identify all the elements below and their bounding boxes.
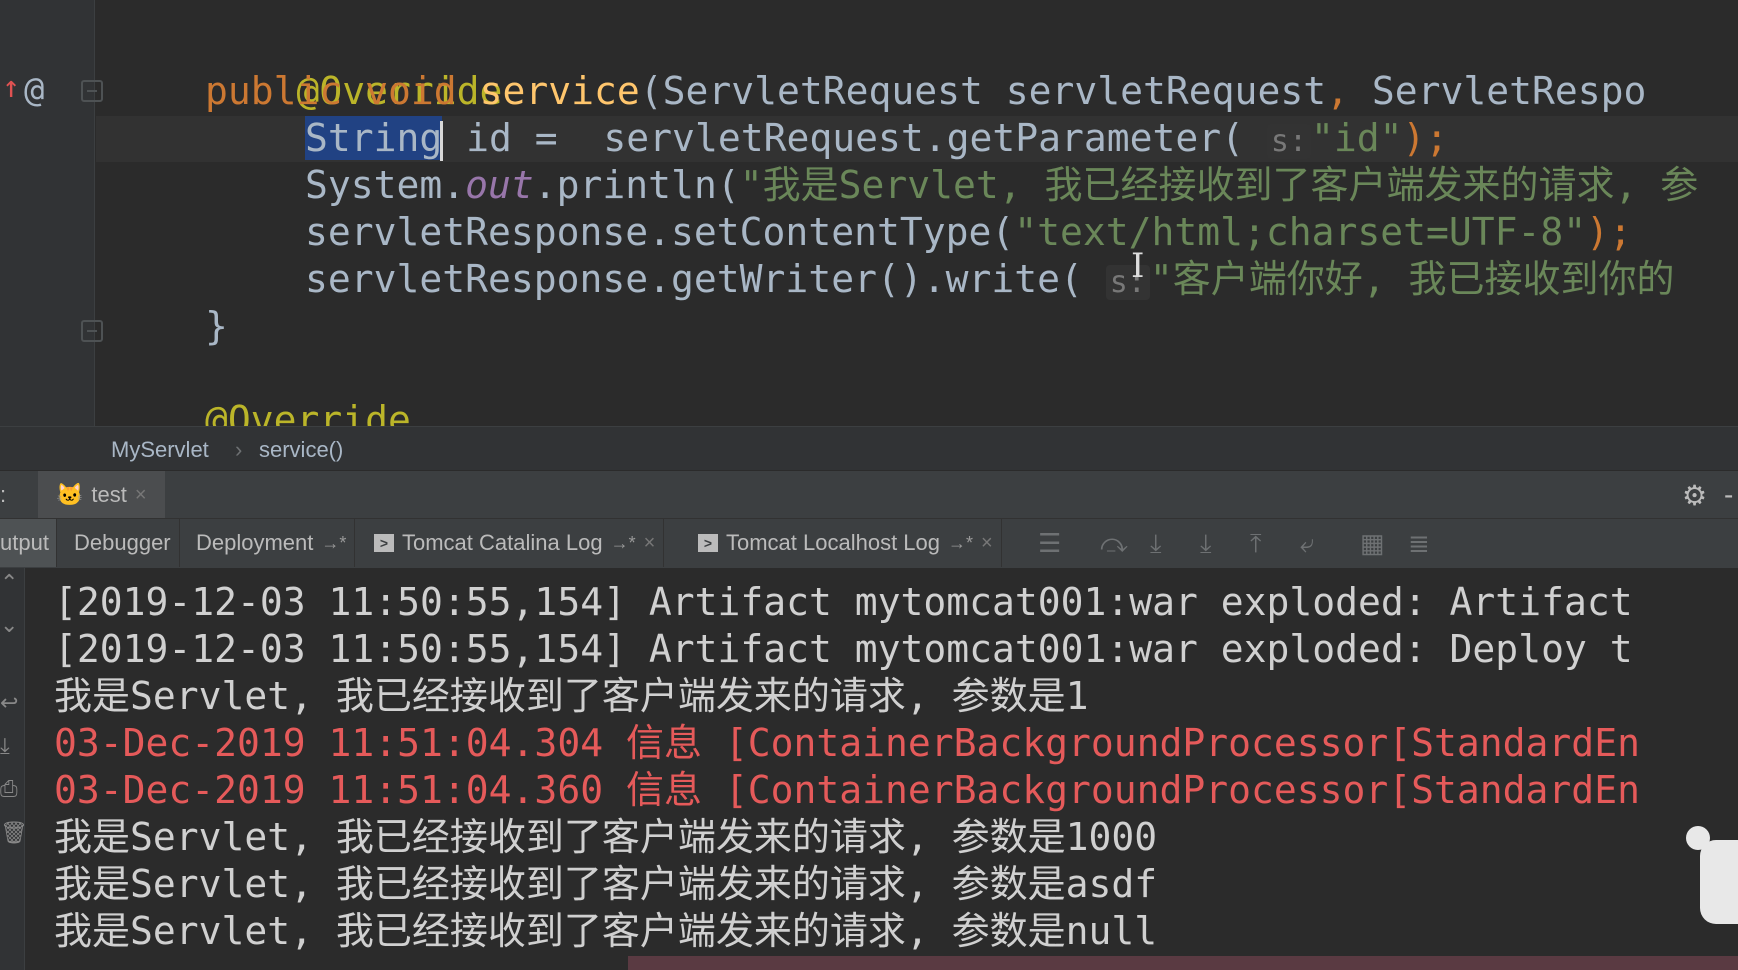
clear-icon[interactable]: 🗑	[0, 820, 28, 846]
tab-deployment[interactable]: Deployment →*	[188, 519, 356, 567]
tab-tomcat-localhost-log[interactable]: > Tomcat Localhost Log →* ×	[690, 519, 1002, 567]
step-over-icon[interactable]: ⤼	[1100, 529, 1128, 557]
tomcat-icon: 🐱	[56, 482, 84, 507]
watermark-logo-icon	[1686, 826, 1738, 924]
fold-icon[interactable]	[81, 320, 103, 342]
fold-icon[interactable]	[81, 80, 103, 102]
console-line-error: 03-Dec-2019 11:51:04.304 信息 [ContainerBa…	[54, 721, 1640, 765]
minimize-icon[interactable]: -	[1724, 479, 1733, 511]
pin-icon[interactable]: →*	[611, 533, 636, 554]
breadcrumb-method[interactable]: service()	[259, 437, 343, 463]
console-line: 我是Servlet, 我已经接收到了客户端发来的请求, 参数是1000	[54, 815, 1158, 859]
breadcrumb: MyServlet › service()	[0, 426, 1738, 471]
override-arrow-icon[interactable]: ↑	[2, 70, 20, 105]
scroll-end-icon[interactable]: ⤓	[0, 733, 10, 759]
console-tab-bar: utput Debugger Deployment →* > Tomcat Ca…	[0, 518, 1738, 569]
log-icon: >	[698, 534, 718, 552]
code-line-8: @Override	[205, 398, 411, 426]
code-line-7: }	[205, 304, 228, 348]
pin-icon[interactable]: →*	[948, 533, 973, 554]
code-line-6: servletResponse.getWriter().write( s: "客户…	[305, 257, 1675, 301]
editor-gutter: ↑ @	[0, 0, 103, 426]
scroll-down-icon[interactable]: ⌄	[0, 612, 18, 638]
annotation-marker-icon[interactable]: @	[24, 70, 44, 110]
code-editor[interactable]: ↑ @ @Override public void service(Servle…	[0, 0, 1738, 426]
mouse-ibeam-cursor-icon: I	[1131, 246, 1145, 286]
breadcrumb-separator-icon: ›	[235, 437, 243, 462]
tab-tomcat-catalina-log[interactable]: > Tomcat Catalina Log →* ×	[366, 519, 665, 567]
soft-wrap-icon[interactable]: ↩	[0, 690, 18, 716]
panel-label: :	[0, 482, 7, 507]
console-line: [2019-12-03 11:50:55,154] Artifact mytom…	[54, 580, 1633, 624]
print-icon[interactable]: ⎙	[0, 776, 18, 802]
code-line-2: public void service(ServletRequest servl…	[205, 69, 1647, 113]
close-icon[interactable]: ×	[135, 484, 147, 507]
step-into-icon[interactable]: ⤓	[1150, 529, 1162, 557]
highlight-bar	[628, 956, 1738, 970]
scroll-up-icon[interactable]: ⌃	[0, 570, 18, 596]
console-line: [2019-12-03 11:50:55,154] Artifact mytom…	[54, 627, 1633, 671]
trace-icon[interactable]: ≣	[1408, 529, 1430, 557]
gear-icon[interactable]: ⚙	[1682, 479, 1707, 512]
pin-icon[interactable]: →*	[321, 533, 346, 554]
close-icon[interactable]: ×	[644, 532, 656, 555]
log-icon: >	[374, 534, 394, 552]
run-to-cursor-icon[interactable]: ⤶	[1300, 529, 1315, 557]
code-line-5: servletResponse.setContentType("text/htm…	[305, 210, 1632, 254]
param-hint: s:	[1266, 124, 1312, 159]
run-config-label: test	[91, 482, 127, 507]
menu-icon[interactable]: ☰	[1038, 529, 1061, 557]
console-line: 我是Servlet, 我已经接收到了客户端发来的请求, 参数是asdf	[54, 862, 1158, 906]
selected-text: String	[305, 116, 443, 160]
console-line: 我是Servlet, 我已经接收到了客户端发来的请求, 参数是1	[54, 674, 1089, 718]
tab-debugger[interactable]: Debugger	[66, 519, 180, 567]
console-output[interactable]: ⌃ ⌄ ↩ ⤓ ⎙ 🗑 [2019-12-03 11:50:55,154] Ar…	[0, 568, 1738, 970]
code-line-3: String id = servletRequest.getParameter(…	[305, 116, 1449, 161]
code-line-4: System.out.println("我是Servlet, 我已经接收到了客户…	[305, 163, 1699, 207]
console-gutter: ⌃ ⌄ ↩ ⤓ ⎙ 🗑	[0, 568, 28, 970]
tab-output[interactable]: utput	[0, 519, 57, 567]
step-out-icon[interactable]: ⤒	[1250, 529, 1262, 557]
console-line: 我是Servlet, 我已经接收到了客户端发来的请求, 参数是null	[54, 909, 1158, 953]
evaluate-icon[interactable]: ▦	[1360, 529, 1385, 557]
breadcrumb-class[interactable]: MyServlet	[111, 437, 209, 463]
console-line-error: 03-Dec-2019 11:51:04.360 信息 [ContainerBa…	[54, 768, 1640, 812]
run-config-tab[interactable]: 🐱 test ×	[38, 471, 165, 519]
console-line-partial	[54, 568, 77, 575]
close-icon[interactable]: ×	[981, 532, 993, 555]
force-step-into-icon[interactable]: ⤓	[1200, 529, 1212, 557]
run-toolbar: : 🐱 test × ⚙ -	[0, 470, 1738, 519]
